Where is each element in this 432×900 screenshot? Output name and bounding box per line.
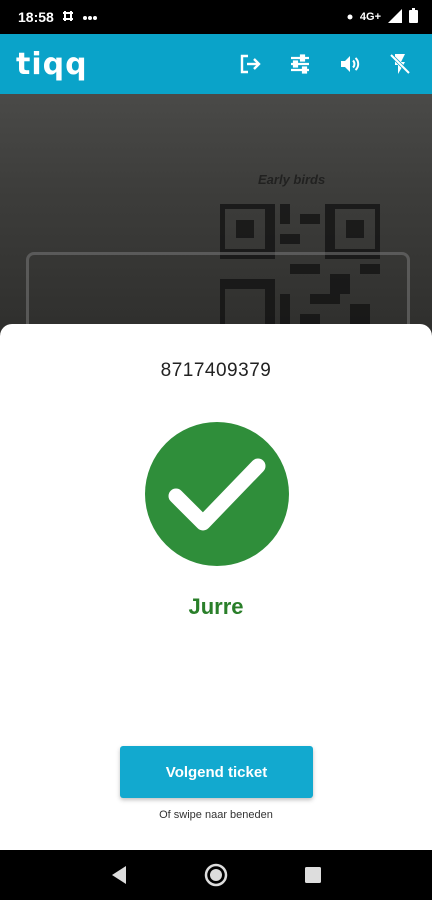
status-time: 18:58 (18, 9, 54, 25)
ticket-number: 8717409379 (160, 360, 272, 381)
home-icon[interactable] (202, 861, 230, 889)
flash-off-icon[interactable] (388, 52, 412, 76)
app-logo: tiqq (16, 46, 88, 82)
volume-icon[interactable] (338, 52, 362, 76)
scan-frame (26, 252, 410, 334)
back-icon[interactable] (105, 861, 133, 889)
swipe-hint: Of swipe naar beneden (159, 809, 273, 821)
result-sheet: 8717409379 Jurre Volgend ticket Of swipe… (0, 324, 432, 850)
checkmark-icon (168, 458, 266, 531)
battery-icon (409, 8, 418, 26)
network-type: 4G+ (359, 11, 381, 23)
next-ticket-button[interactable]: Volgend ticket (120, 746, 313, 798)
logout-icon[interactable] (238, 52, 262, 76)
ticket-holder-name: Jurre (188, 594, 244, 619)
tune-icon[interactable] (288, 52, 312, 76)
slack-icon (62, 10, 74, 25)
valid-status-circle (145, 422, 289, 566)
system-nav-bar (0, 850, 432, 900)
camera-preview: Early birds (0, 94, 432, 334)
more-dots-icon (82, 10, 98, 24)
dot-icon (347, 11, 353, 23)
ticket-label: Early birds (258, 172, 326, 187)
signal-icon (388, 8, 402, 26)
app-bar: tiqq (0, 34, 432, 94)
status-bar: 18:58 4G+ (0, 0, 432, 34)
recents-icon[interactable] (299, 861, 327, 889)
